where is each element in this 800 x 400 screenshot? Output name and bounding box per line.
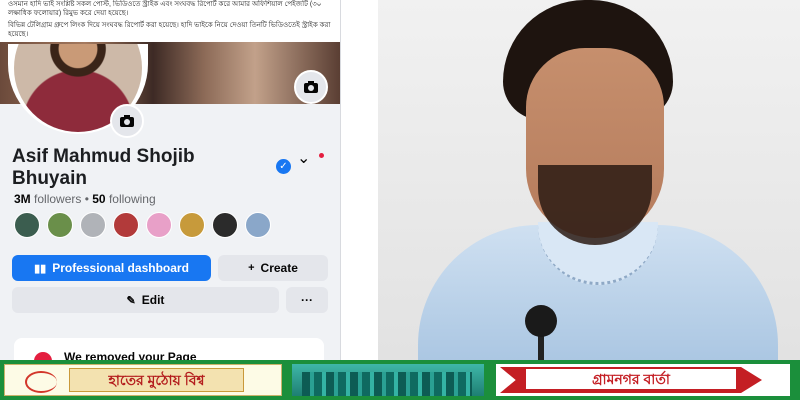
- notice-line-1: ওসমান হাদি ভাই সংশ্লিষ্ট সকল পোস্ট, ভিডি…: [8, 1, 322, 17]
- banner-left-text: হাতের মুঠোয় বিশ্ব: [69, 368, 244, 392]
- professional-dashboard-button[interactable]: ▮▮ Professional dashboard: [12, 255, 211, 281]
- page-removed-alert[interactable]: We removed your Page: [14, 338, 324, 360]
- edit-label: Edit: [141, 293, 165, 307]
- alert-text: We removed your Page: [64, 350, 197, 360]
- microphone-icon: [525, 305, 557, 337]
- chevron-down-icon[interactable]: ⌄: [297, 148, 310, 168]
- notice-line-2: বিভিন্ন টেলিগ্রাম গ্রুপে লিংক দিয়ে সংঘব…: [8, 22, 331, 38]
- follow-separator: •: [81, 192, 93, 206]
- bar-chart-icon: ▮▮: [34, 262, 47, 275]
- friends-avatars: [14, 212, 278, 238]
- banner-city-image: [292, 364, 484, 396]
- more-label: ···: [301, 293, 313, 307]
- follow-stats: 3M followers • 50 following: [14, 192, 156, 206]
- removal-notice: ওসমান হাদি ভাই সংশ্লিষ্ট সকল পোস্ট, ভিডি…: [0, 0, 340, 44]
- followers-count[interactable]: 3M: [14, 192, 31, 206]
- verified-badge-icon: ✓: [276, 159, 291, 174]
- friend-avatar[interactable]: [245, 212, 271, 238]
- create-button[interactable]: + Create: [218, 255, 328, 281]
- city-skyline-image: [302, 372, 472, 396]
- professional-dashboard-label: Professional dashboard: [52, 261, 189, 275]
- facebook-profile-screenshot: ওসমান হাদি ভাই সংশ্লিষ্ট সকল পোস্ট, ভিডি…: [0, 0, 341, 360]
- portrait-photo: [378, 0, 800, 360]
- more-options-button[interactable]: ···: [286, 287, 328, 313]
- plus-icon: +: [248, 262, 255, 274]
- banner-right-panel[interactable]: গ্রামনগর বার্তা: [496, 364, 790, 396]
- friend-avatar[interactable]: [212, 212, 238, 238]
- following-label: following: [108, 192, 156, 206]
- friend-avatar[interactable]: [80, 212, 106, 238]
- banner-right-text: গ্রামনগর বার্তা: [526, 369, 736, 389]
- camera-icon[interactable]: [110, 104, 144, 138]
- friend-avatar[interactable]: [14, 212, 40, 238]
- following-count[interactable]: 50: [92, 192, 105, 206]
- friend-avatar[interactable]: [179, 212, 205, 238]
- followers-label: followers: [34, 192, 82, 206]
- flourish-icon: [25, 371, 57, 393]
- banner-left-panel[interactable]: হাতের মুঠোয় বিশ্ব: [4, 364, 282, 396]
- edit-button[interactable]: ✎ Edit: [12, 287, 279, 313]
- pencil-icon: ✎: [126, 294, 136, 307]
- create-label: Create: [260, 261, 298, 275]
- friend-avatar[interactable]: [113, 212, 139, 238]
- notification-dot: [319, 153, 324, 158]
- friend-avatar[interactable]: [146, 212, 172, 238]
- profile-name: Asif Mahmud Shojib Bhuyain: [12, 146, 195, 189]
- friend-avatar[interactable]: [47, 212, 73, 238]
- camera-icon[interactable]: [294, 70, 328, 104]
- alert-icon: [34, 352, 52, 360]
